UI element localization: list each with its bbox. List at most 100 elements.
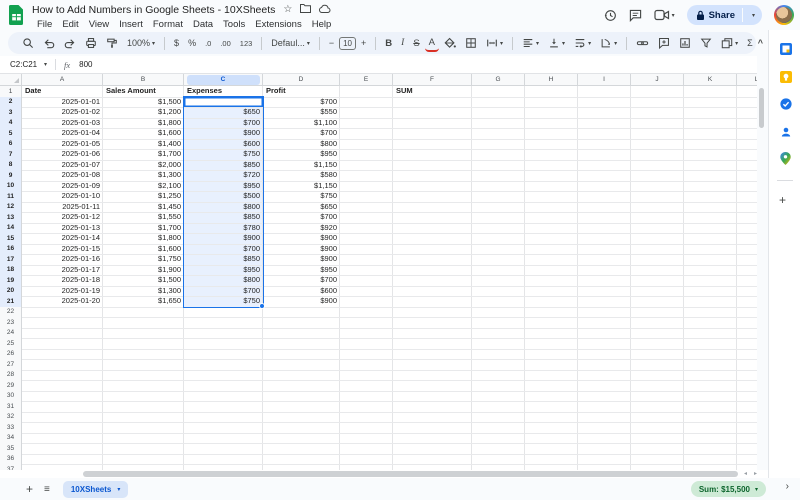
formula-input[interactable]: 800 — [79, 60, 92, 69]
cell-C16[interactable]: $700 — [186, 244, 260, 255]
row-header-19[interactable]: 19 — [0, 275, 22, 286]
row-header-10[interactable]: 10 — [0, 181, 22, 192]
bold-button[interactable]: B — [381, 34, 396, 52]
menu-file[interactable]: File — [32, 19, 57, 30]
row-header-23[interactable]: 23 — [0, 317, 22, 328]
cell-B21[interactable]: $1,650 — [105, 296, 181, 307]
increase-font-size-button[interactable]: + — [357, 34, 370, 52]
cell-B18[interactable]: $1,900 — [105, 265, 181, 276]
menu-insert[interactable]: Insert — [114, 19, 148, 30]
cell-A18[interactable]: 2025-01-17 — [24, 265, 100, 276]
row-header-29[interactable]: 29 — [0, 380, 22, 391]
cell-B10[interactable]: $2,100 — [105, 181, 181, 192]
row-header-35[interactable]: 35 — [0, 443, 22, 454]
cell-B5[interactable]: $1,600 — [105, 128, 181, 139]
row-header-1[interactable]: 1 — [0, 86, 22, 97]
row-header-25[interactable]: 25 — [0, 338, 22, 349]
name-box[interactable]: C2:C21 — [0, 60, 44, 69]
get-add-ons-icon[interactable]: + — [779, 193, 786, 207]
contacts-icon[interactable] — [779, 125, 792, 138]
row-header-3[interactable]: 3 — [0, 107, 22, 118]
italic-button[interactable]: I — [397, 34, 408, 52]
cell-D17[interactable]: $900 — [265, 254, 337, 265]
column-header-E[interactable]: E — [340, 74, 393, 86]
cell-D3[interactable]: $550 — [265, 107, 337, 118]
cell-D2[interactable]: $700 — [265, 97, 337, 108]
keep-icon[interactable] — [779, 70, 792, 83]
cell-A8[interactable]: 2025-01-07 — [24, 160, 100, 171]
text-wrap-icon[interactable]: ▾ — [570, 34, 595, 52]
sheets-logo-icon[interactable] — [9, 5, 24, 30]
cell-C5[interactable]: $900 — [186, 128, 260, 139]
decrease-decimals-button[interactable]: .0 — [201, 34, 215, 52]
cell-D20[interactable]: $600 — [265, 286, 337, 297]
cell-A20[interactable]: 2025-01-19 — [24, 286, 100, 297]
sum-pill[interactable]: Sum: $15,500 ▾ — [691, 481, 766, 497]
cell-C9[interactable]: $720 — [186, 170, 260, 181]
row-header-20[interactable]: 20 — [0, 286, 22, 297]
active-cell-C2[interactable] — [184, 97, 263, 108]
strikethrough-button[interactable]: S — [409, 34, 423, 52]
column-header-C[interactable]: C — [184, 74, 263, 86]
cell-B19[interactable]: $1,500 — [105, 275, 181, 286]
merge-cells-icon[interactable]: ▾ — [482, 34, 507, 52]
row-header-32[interactable]: 32 — [0, 412, 22, 423]
create-filter-icon[interactable] — [696, 34, 716, 52]
cell-A12[interactable]: 2025-01-11 — [24, 202, 100, 213]
share-button[interactable]: Share ▾ — [687, 5, 762, 25]
menu-view[interactable]: View — [84, 19, 114, 30]
cell-A15[interactable]: 2025-01-14 — [24, 233, 100, 244]
row-header-27[interactable]: 27 — [0, 359, 22, 370]
comment-history-icon[interactable] — [629, 9, 642, 22]
horizontal-scrollbar-thumb[interactable] — [83, 471, 738, 477]
menu-help[interactable]: Help — [307, 19, 337, 30]
filter-views-icon-caret[interactable]: ▾ — [735, 40, 738, 47]
text-color-button[interactable]: A — [425, 37, 439, 52]
cell-B17[interactable]: $1,750 — [105, 254, 181, 265]
vertical-align-icon-caret[interactable]: ▾ — [562, 40, 565, 47]
cell-B8[interactable]: $2,000 — [105, 160, 181, 171]
row-header-14[interactable]: 14 — [0, 223, 22, 234]
text-wrap-icon-caret[interactable]: ▾ — [588, 40, 591, 47]
row-header-22[interactable]: 22 — [0, 307, 22, 318]
name-box-caret-icon[interactable]: ▾ — [44, 61, 47, 68]
row-header-12[interactable]: 12 — [0, 202, 22, 213]
cell-B9[interactable]: $1,300 — [105, 170, 181, 181]
cell-B14[interactable]: $1,700 — [105, 223, 181, 234]
cell-C4[interactable]: $700 — [186, 118, 260, 129]
column-header-G[interactable]: G — [472, 74, 525, 86]
row-header-17[interactable]: 17 — [0, 254, 22, 265]
vertical-align-icon[interactable]: ▾ — [544, 34, 569, 52]
cell-C8[interactable]: $850 — [186, 160, 260, 171]
filter-views-icon[interactable]: ▾ — [717, 34, 742, 52]
cell-A13[interactable]: 2025-01-12 — [24, 212, 100, 223]
column-header-L[interactable]: L — [737, 74, 757, 86]
cell-A2[interactable]: 2025-01-01 — [24, 97, 100, 108]
row-header-6[interactable]: 6 — [0, 139, 22, 150]
cell-C15[interactable]: $900 — [186, 233, 260, 244]
version-history-icon[interactable] — [604, 9, 617, 22]
cell-A19[interactable]: 2025-01-18 — [24, 275, 100, 286]
font-size-input[interactable]: 10 — [339, 37, 356, 50]
row-header-30[interactable]: 30 — [0, 391, 22, 402]
column-header-H[interactable]: H — [525, 74, 578, 86]
menu-extensions[interactable]: Extensions — [250, 19, 306, 30]
cell-D12[interactable]: $650 — [265, 202, 337, 213]
cell-A7[interactable]: 2025-01-06 — [24, 149, 100, 160]
horizontal-align-icon[interactable]: ▾ — [518, 34, 543, 52]
cell-A4[interactable]: 2025-01-03 — [24, 118, 100, 129]
share-caret-icon[interactable]: ▾ — [752, 12, 755, 19]
meet-caret-icon[interactable]: ▾ — [672, 12, 675, 19]
increase-decimals-button[interactable]: .00 — [216, 34, 234, 52]
format-currency-button[interactable]: $ — [170, 34, 183, 52]
menu-data[interactable]: Data — [188, 19, 218, 30]
more-formats-button[interactable]: 123 — [236, 34, 257, 52]
avatar[interactable] — [774, 5, 794, 25]
cell-C18[interactable]: $950 — [186, 265, 260, 276]
font-select[interactable]: Defaul...▾ — [267, 34, 314, 52]
cell-F1[interactable]: SUM — [396, 86, 469, 97]
row-header-13[interactable]: 13 — [0, 212, 22, 223]
select-all-corner[interactable] — [0, 74, 22, 86]
calendar-icon[interactable] — [779, 42, 792, 55]
fill-color-icon[interactable] — [440, 34, 460, 52]
